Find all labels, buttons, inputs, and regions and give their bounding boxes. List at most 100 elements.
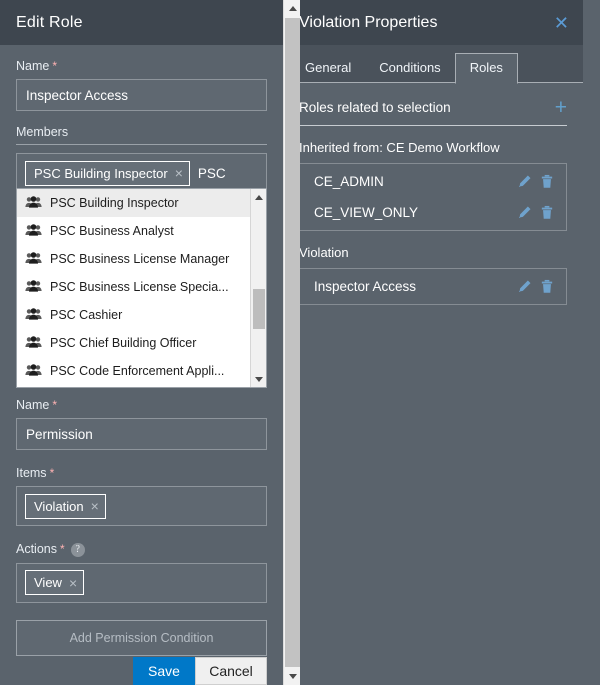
- dropdown-item-label: PSC Code Enforcement Appli...: [50, 364, 225, 378]
- permission-name-label: Name *: [16, 398, 267, 412]
- items-label: Items *: [16, 466, 267, 480]
- role-row-actions: [517, 205, 554, 220]
- close-icon[interactable]: ×: [175, 166, 183, 180]
- people-icon: [25, 251, 42, 267]
- tab-conditions[interactable]: Conditions: [365, 54, 454, 83]
- cancel-button[interactable]: Cancel: [195, 657, 267, 685]
- members-chip-field[interactable]: PSC Building Inspector × PSC: [16, 153, 267, 193]
- add-condition-wrap: Add Permission Condition: [16, 619, 267, 656]
- permission-name-input[interactable]: [16, 418, 267, 450]
- role-group-box: CE_ADMIN CE_VIEW_ONLY: [299, 163, 567, 231]
- dropdown-item[interactable]: PSC Business License Specia...: [17, 273, 250, 301]
- dropdown-item-label: PSC Cashier: [50, 308, 123, 322]
- dropdown-item[interactable]: PSC Business License Manager: [17, 245, 250, 273]
- close-icon[interactable]: ✕: [554, 14, 569, 32]
- close-icon[interactable]: ×: [69, 576, 77, 590]
- member-chip-label: PSC Building Inspector: [34, 165, 168, 181]
- edit-role-title: Edit Role: [16, 13, 83, 31]
- roles-section-title: Roles related to selection: [299, 100, 451, 115]
- members-divider: [16, 144, 267, 145]
- help-icon[interactable]: ?: [70, 542, 85, 557]
- tab-roles[interactable]: Roles: [454, 53, 518, 84]
- save-button[interactable]: Save: [133, 657, 195, 685]
- edit-icon[interactable]: [517, 279, 532, 294]
- members-label: Members: [16, 125, 69, 139]
- member-chip[interactable]: PSC Building Inspector ×: [25, 160, 190, 186]
- triangle-down-icon[interactable]: [251, 371, 267, 387]
- items-chip[interactable]: Violation ×: [25, 493, 106, 519]
- role-group-box: Inspector Access: [299, 268, 567, 305]
- form-buttons: Save Cancel: [0, 657, 283, 685]
- role-row[interactable]: Inspector Access: [300, 271, 566, 302]
- role-name-required: *: [52, 59, 58, 73]
- dropdown-item-label: PSC Business Analyst: [50, 224, 174, 238]
- triangle-up-icon[interactable]: [251, 189, 267, 205]
- violation-properties-panel: Violation Properties ✕ General Condition…: [283, 0, 583, 685]
- actions-required: *: [60, 542, 65, 556]
- add-permission-condition-button[interactable]: Add Permission Condition: [16, 619, 267, 656]
- edit-icon[interactable]: [517, 205, 532, 220]
- left-panel-scrollbar[interactable]: [283, 0, 300, 685]
- violation-properties-header: Violation Properties ✕: [283, 0, 583, 45]
- tab-bar: General Conditions Roles: [283, 45, 583, 84]
- roles-divider: [299, 125, 567, 126]
- items-required: *: [49, 466, 55, 480]
- triangle-down-icon[interactable]: [284, 668, 301, 685]
- delete-icon[interactable]: [540, 205, 554, 220]
- close-icon[interactable]: ×: [91, 499, 99, 513]
- permission-name-label-text: Name: [16, 398, 50, 412]
- delete-icon[interactable]: [540, 279, 554, 294]
- role-row-actions: [517, 279, 554, 294]
- items-chip-field[interactable]: Violation ×: [16, 486, 267, 526]
- dropdown-item-label: PSC Business License Manager: [50, 252, 230, 266]
- tab-general[interactable]: General: [291, 54, 365, 83]
- people-icon: [25, 363, 42, 379]
- items-label-text: Items: [16, 466, 47, 480]
- page-title: Violation Properties: [299, 13, 438, 31]
- edit-icon[interactable]: [517, 174, 532, 189]
- dropdown-item[interactable]: PSC Building Inspector: [17, 189, 250, 217]
- role-group-label: Inherited from: CE Demo Workflow: [299, 140, 500, 155]
- role-name: Inspector Access: [314, 279, 417, 294]
- edit-role-panel: Edit Role Name* Members PSC Building Ins…: [0, 0, 283, 685]
- dropdown-item-label: PSC Chief Building Officer: [50, 336, 197, 350]
- role-row[interactable]: CE_VIEW_ONLY: [300, 197, 566, 228]
- dropdown-scrollbar[interactable]: [250, 189, 266, 387]
- members-dropdown-list: PSC Building Inspector PSC Business Anal…: [17, 189, 250, 387]
- dropdown-item-label: PSC Building Inspector: [50, 196, 179, 210]
- roles-tab-content: Roles related to selection + Inherited f…: [283, 83, 583, 305]
- members-dropdown[interactable]: PSC Building Inspector PSC Business Anal…: [16, 188, 267, 388]
- actions-label-text: Actions: [16, 542, 57, 556]
- dropdown-item[interactable]: PSC Business Analyst: [17, 217, 250, 245]
- people-icon: [25, 195, 42, 211]
- role-group-label: Violation: [299, 245, 349, 260]
- actions-chip[interactable]: View ×: [25, 570, 85, 596]
- dropdown-item[interactable]: PSC Code Enforcement Appli...: [17, 357, 250, 385]
- role-row[interactable]: CE_ADMIN: [300, 166, 566, 197]
- dropdown-item-label: PSC Business License Specia...: [50, 280, 229, 294]
- role-name-label: Name *: [16, 59, 267, 73]
- people-icon: [25, 335, 42, 351]
- role-name-label-text: Name: [16, 59, 50, 73]
- role-row-actions: [517, 174, 554, 189]
- roles-section-header: Roles related to selection +: [299, 97, 567, 125]
- role-name: CE_ADMIN: [314, 174, 384, 189]
- actions-chip-field[interactable]: View ×: [16, 562, 267, 603]
- triangle-up-icon[interactable]: [284, 0, 301, 17]
- people-icon: [25, 223, 42, 239]
- left-panel-scrollbar-thumb[interactable]: [285, 18, 300, 667]
- edit-role-header: Edit Role: [0, 0, 283, 45]
- people-icon: [25, 307, 42, 323]
- delete-icon[interactable]: [540, 174, 554, 189]
- permission-name-required: *: [52, 398, 58, 412]
- actions-label: Actions *?: [16, 542, 267, 557]
- dropdown-item[interactable]: PSC Cashier: [17, 301, 250, 329]
- items-chip-label: Violation: [34, 498, 84, 514]
- dropdown-item[interactable]: PSC Chief Building Officer: [17, 329, 250, 357]
- role-name-input[interactable]: [16, 79, 267, 111]
- people-icon: [25, 279, 42, 295]
- dropdown-scrollbar-thumb[interactable]: [253, 289, 265, 329]
- add-role-icon[interactable]: +: [555, 97, 567, 118]
- role-name: CE_VIEW_ONLY: [314, 205, 419, 220]
- actions-chip-label: View: [34, 575, 62, 591]
